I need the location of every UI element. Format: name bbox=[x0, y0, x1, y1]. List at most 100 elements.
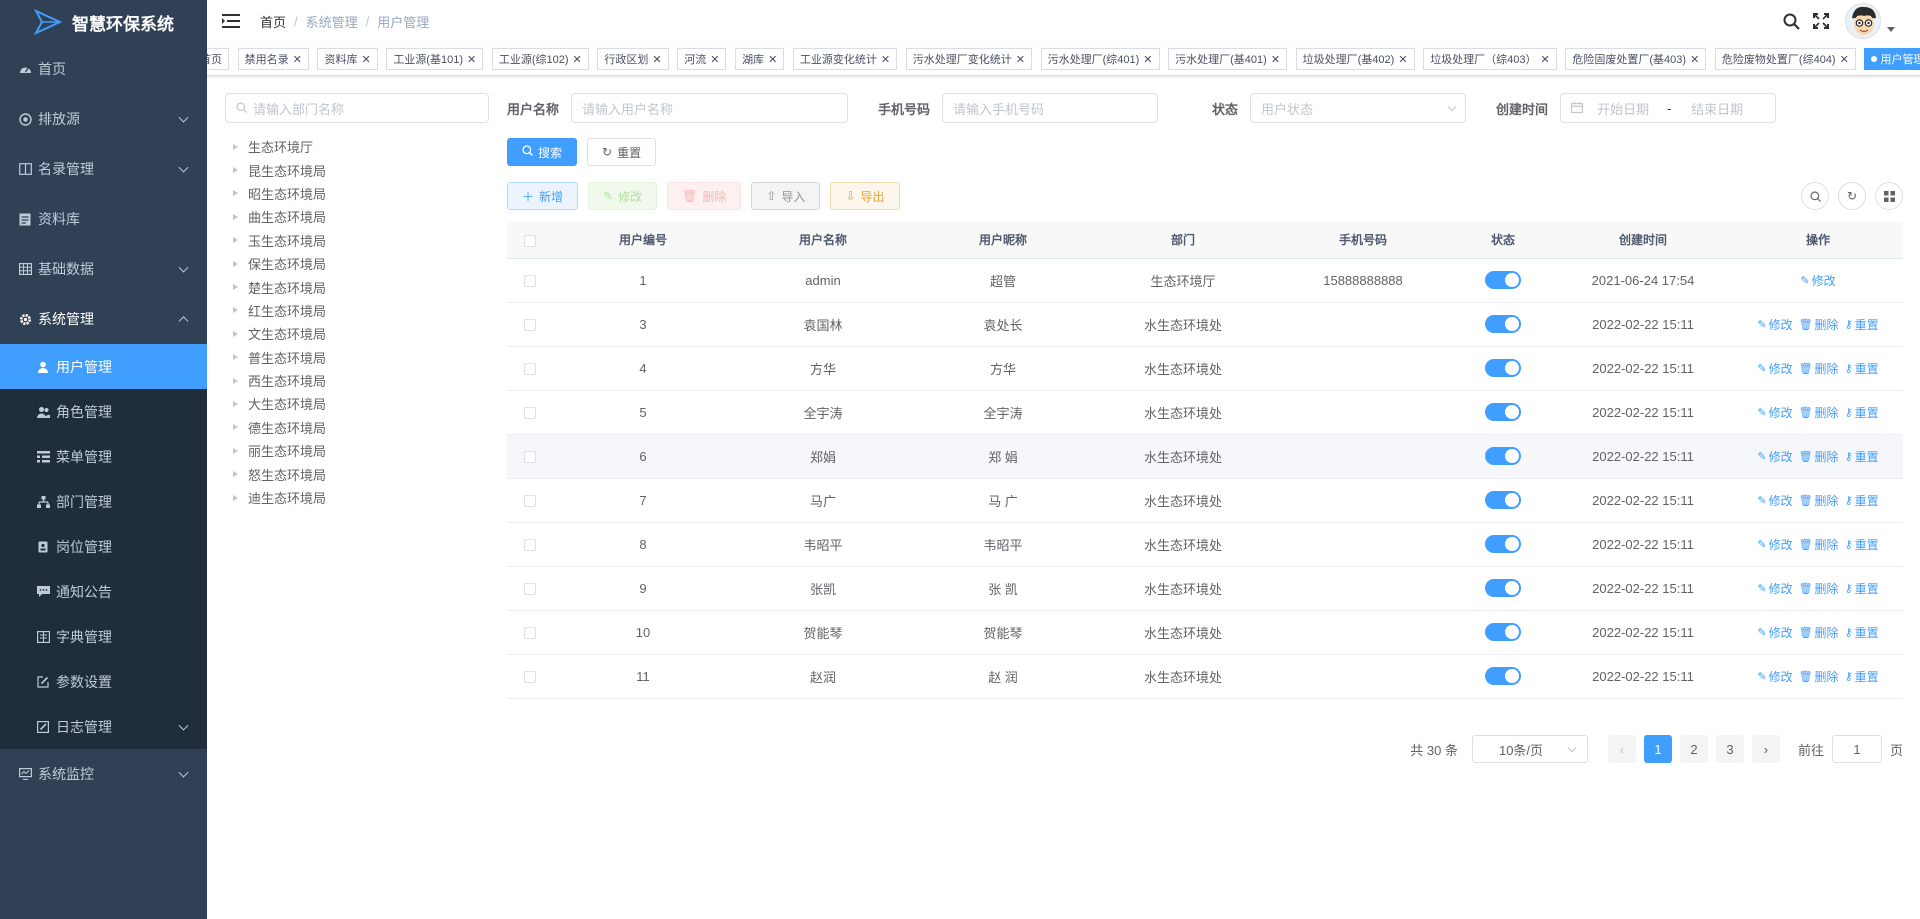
prev-page-button[interactable]: ‹ bbox=[1607, 735, 1636, 763]
caret-right-icon[interactable] bbox=[233, 284, 238, 291]
row-edit-button[interactable]: ✎ 修改 bbox=[1757, 316, 1792, 333]
column-header[interactable]: 用户编号 bbox=[553, 222, 733, 259]
date-range-picker[interactable]: 开始日期 - 结束日期 bbox=[1560, 93, 1777, 123]
hamburger-icon[interactable] bbox=[222, 14, 240, 28]
import-button[interactable]: ⇧ 导入 bbox=[751, 182, 821, 210]
select-all-checkbox[interactable] bbox=[524, 234, 536, 247]
close-icon[interactable]: ✕ bbox=[1143, 53, 1152, 66]
table-row[interactable]: 1 admin 超管 生态环境厅 15888888888 2021-06-24 17:54… bbox=[507, 258, 1903, 303]
caret-right-icon[interactable] bbox=[233, 213, 238, 220]
caret-right-icon[interactable] bbox=[233, 237, 238, 244]
sidebar-item-system[interactable]: 系统管理 bbox=[0, 294, 207, 344]
row-reset-password-button[interactable]: ⚷ 重置 bbox=[1845, 448, 1879, 465]
search-button[interactable]: 搜索 bbox=[507, 138, 578, 166]
row-reset-password-button[interactable]: ⚷ 重置 bbox=[1845, 668, 1879, 685]
status-switch[interactable] bbox=[1485, 579, 1521, 597]
tree-node[interactable]: 普生态环境局 bbox=[225, 346, 489, 369]
search-icon[interactable] bbox=[1781, 11, 1801, 31]
table-row[interactable]: 10 贺能琴 贺能琴 水生态环境处 2022-02-22 15:11 ✎ 修改 🗑 删除 ⚷ 重置 bbox=[507, 610, 1903, 655]
row-checkbox[interactable] bbox=[524, 583, 536, 596]
table-row[interactable]: 3 袁国林 袁处长 水生态环境处 2022-02-22 15:11 ✎ 修改 🗑 删除 ⚷ 重置 bbox=[507, 302, 1903, 347]
columns-button[interactable] bbox=[1875, 182, 1903, 210]
close-icon[interactable]: ✕ bbox=[881, 53, 890, 66]
page-size-select[interactable]: 10条/页 bbox=[1471, 735, 1588, 763]
sidebar-item-post-mgmt[interactable]: 岗位管理 bbox=[0, 524, 207, 569]
caret-right-icon[interactable] bbox=[233, 494, 238, 501]
tag-item[interactable]: 资料库 ✕ bbox=[317, 48, 378, 70]
tree-node[interactable]: 楚生态环境局 bbox=[225, 275, 489, 298]
tree-node[interactable]: 丽生态环境局 bbox=[225, 439, 489, 462]
page-number[interactable]: 2 bbox=[1679, 735, 1708, 763]
tag-item[interactable]: 湖库 ✕ bbox=[735, 48, 785, 70]
close-icon[interactable]: ✕ bbox=[1398, 53, 1407, 66]
sidebar-item-directory[interactable]: 名录管理 bbox=[0, 144, 207, 194]
close-icon[interactable]: ✕ bbox=[1016, 53, 1025, 66]
end-date-placeholder[interactable]: 结束日期 bbox=[1691, 99, 1743, 118]
sidebar-item-dept-mgmt[interactable]: 部门管理 bbox=[0, 479, 207, 524]
tree-node[interactable]: 德生态环境局 bbox=[225, 416, 489, 439]
column-header[interactable]: 状态 bbox=[1453, 222, 1553, 259]
edit-button[interactable]: ✎ 修改 bbox=[588, 182, 658, 210]
close-icon[interactable]: ✕ bbox=[361, 53, 370, 66]
reset-button[interactable]: ↻ 重置 bbox=[587, 138, 657, 166]
sidebar-item-log-mgmt[interactable]: 日志管理 bbox=[0, 704, 207, 749]
caret-right-icon[interactable] bbox=[233, 400, 238, 407]
tree-node[interactable]: 曲生态环境局 bbox=[225, 205, 489, 228]
caret-right-icon[interactable] bbox=[233, 377, 238, 384]
table-row[interactable]: 4 方华 方华 水生态环境处 2022-02-22 15:11 ✎ 修改 🗑 删除 ⚷ 重置 bbox=[507, 346, 1903, 391]
row-delete-button[interactable]: 🗑 删除 bbox=[1799, 624, 1839, 641]
row-reset-password-button[interactable]: ⚷ 重置 bbox=[1845, 624, 1879, 641]
close-icon[interactable]: ✕ bbox=[1690, 53, 1699, 66]
tree-node[interactable]: 红生态环境局 bbox=[225, 299, 489, 322]
row-edit-button[interactable]: ✎ 修改 bbox=[1800, 272, 1835, 289]
table-row[interactable]: 8 韦昭平 韦昭平 水生态环境处 2022-02-22 15:11 ✎ 修改 🗑 删除 ⚷ 重置 bbox=[507, 522, 1903, 567]
caret-down-icon[interactable] bbox=[1887, 26, 1895, 32]
caret-right-icon[interactable] bbox=[233, 424, 238, 431]
caret-right-icon[interactable] bbox=[233, 143, 238, 150]
start-date-placeholder[interactable]: 开始日期 bbox=[1597, 99, 1667, 118]
sidebar-item-emission[interactable]: 排放源 bbox=[0, 94, 207, 144]
tree-node[interactable]: 西生态环境局 bbox=[225, 369, 489, 392]
row-checkbox[interactable] bbox=[524, 451, 536, 464]
logo[interactable]: 智慧环保系统 bbox=[0, 0, 207, 44]
caret-right-icon[interactable] bbox=[233, 190, 238, 197]
table-row[interactable]: 9 张凯张 凯水生态环境处 2022-02-22 15:11 ✎ 修改 🗑 删除 ⚷ 重置 bbox=[507, 566, 1903, 611]
close-icon[interactable]: ✕ bbox=[1271, 53, 1280, 66]
column-header[interactable]: 创建时间 bbox=[1553, 222, 1733, 259]
table-row[interactable]: 7 马广马 广水生态环境处 2022-02-22 15:11 ✎ 修改 🗑 删除 ⚷ 重置 bbox=[507, 478, 1903, 523]
phone-input[interactable]: 请输入手机号码 bbox=[942, 93, 1159, 123]
row-edit-button[interactable]: ✎ 修改 bbox=[1757, 492, 1792, 509]
row-edit-button[interactable]: ✎ 修改 bbox=[1757, 448, 1792, 465]
avatar[interactable] bbox=[1845, 3, 1881, 39]
username-input[interactable]: 请输入用户名称 bbox=[571, 93, 849, 123]
row-edit-button[interactable]: ✎ 修改 bbox=[1757, 360, 1792, 377]
table-row[interactable]: 5 全宇涛 全宇涛 水生态环境处 2022-02-22 15:11 ✎ 修改 🗑 删除 ⚷ 重置 bbox=[507, 390, 1903, 435]
tag-item[interactable]: 污水处理厂变化统计 ✕ bbox=[905, 48, 1032, 70]
column-header[interactable]: 手机号码 bbox=[1273, 222, 1453, 259]
tree-node[interactable]: 生态环境厅 bbox=[225, 135, 489, 158]
close-icon[interactable]: ✕ bbox=[573, 53, 582, 66]
status-switch[interactable] bbox=[1485, 447, 1521, 465]
row-reset-password-button[interactable]: ⚷ 重置 bbox=[1845, 360, 1879, 377]
status-switch[interactable] bbox=[1485, 535, 1521, 553]
column-header[interactable]: 用户昵称 bbox=[913, 222, 1093, 259]
sidebar-item-menu-mgmt[interactable]: 菜单管理 bbox=[0, 434, 207, 479]
caret-right-icon[interactable] bbox=[233, 471, 238, 478]
tag-item[interactable]: 禁用名录 ✕ bbox=[237, 48, 309, 70]
close-icon[interactable]: ✕ bbox=[710, 53, 719, 66]
status-switch[interactable] bbox=[1485, 403, 1521, 421]
sidebar-item-params[interactable]: 参数设置 bbox=[0, 659, 207, 704]
row-reset-password-button[interactable]: ⚷ 重置 bbox=[1845, 492, 1879, 509]
tag-item[interactable]: 危险废物处置厂(综404) ✕ bbox=[1714, 48, 1856, 70]
sidebar-item-user-mgmt[interactable]: 用户管理 bbox=[0, 344, 207, 389]
row-checkbox[interactable] bbox=[524, 319, 536, 332]
tag-active-user-mgmt[interactable]: 用户管理✕ bbox=[1864, 48, 1920, 70]
tree-node[interactable]: 昭生态环境局 bbox=[225, 182, 489, 205]
tag-item[interactable]: 河流 ✕ bbox=[677, 48, 727, 70]
tree-node[interactable]: 大生态环境局 bbox=[225, 392, 489, 415]
row-delete-button[interactable]: 🗑 删除 bbox=[1799, 316, 1839, 333]
sidebar-item-home[interactable]: 首页 bbox=[0, 44, 207, 94]
refresh-button[interactable]: ↻ bbox=[1838, 182, 1866, 210]
sidebar-item-role-mgmt[interactable]: 角色管理 bbox=[0, 389, 207, 434]
tag-item[interactable]: 行政区划 ✕ bbox=[597, 48, 669, 70]
